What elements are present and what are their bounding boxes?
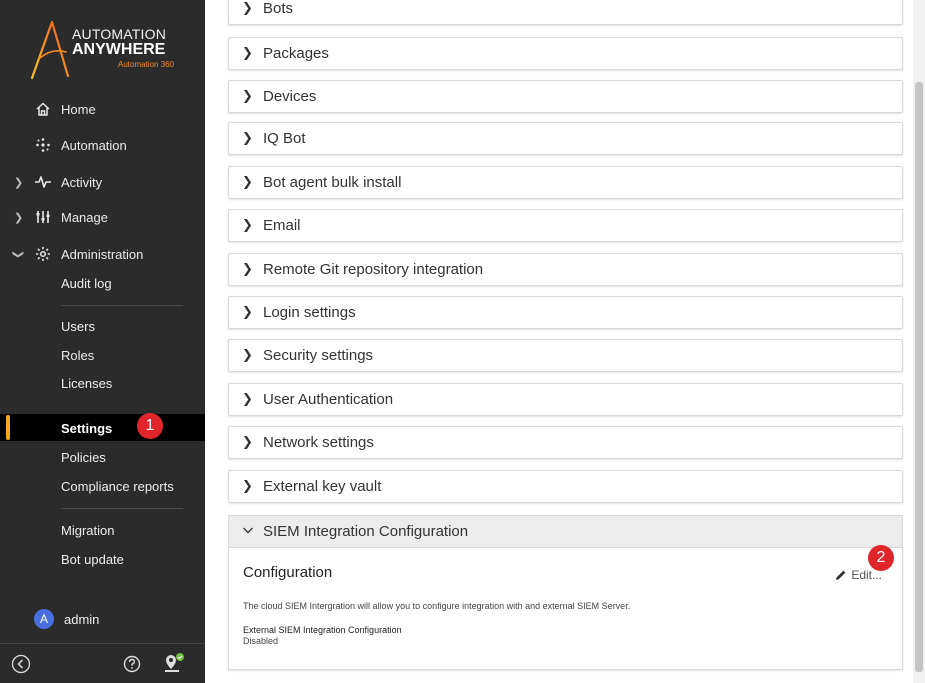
chevron-right-icon: ❯ — [242, 348, 253, 363]
section-security-settings[interactable]: ❯ Security settings — [228, 339, 903, 372]
submenu-licenses[interactable]: Licenses — [61, 376, 112, 391]
submenu-migration[interactable]: Migration — [61, 523, 114, 538]
submenu-divider — [61, 508, 183, 509]
siem-field-label: External SIEM Integration Configuration — [243, 625, 402, 635]
nav-manage[interactable]: ❯ Manage — [0, 202, 205, 232]
submenu-bot-update[interactable]: Bot update — [61, 552, 124, 567]
chevron-right-icon: ❯ — [242, 131, 253, 146]
section-login-settings[interactable]: ❯ Login settings — [228, 296, 903, 329]
chevron-right-icon: ❯ — [242, 175, 253, 190]
nav-home[interactable]: Home — [0, 94, 205, 124]
section-email[interactable]: ❯ Email — [228, 209, 903, 242]
section-title: Bot agent bulk install — [263, 174, 402, 191]
chevron-right-icon: ❯ — [242, 218, 253, 233]
section-title: IQ Bot — [263, 130, 306, 147]
chevron-right-icon: ❯ — [242, 262, 253, 277]
nav-activity-label: Activity — [61, 174, 103, 190]
submenu-roles[interactable]: Roles — [61, 348, 94, 363]
nav-manage-label: Manage — [61, 209, 108, 225]
submenu-audit-log[interactable]: Audit log — [61, 276, 112, 291]
submenu-settings[interactable]: Settings — [61, 421, 112, 436]
section-title: Network settings — [263, 434, 374, 451]
submenu-policies[interactable]: Policies — [61, 450, 106, 465]
section-title: Login settings — [263, 304, 356, 321]
submenu-compliance-reports[interactable]: Compliance reports — [61, 479, 174, 494]
configuration-heading: Configuration — [243, 564, 333, 581]
collapse-sidebar-icon[interactable] — [11, 654, 31, 674]
section-title: Security settings — [263, 347, 374, 364]
section-user-authentication[interactable]: ❯ User Authentication — [228, 383, 903, 416]
nav-automation[interactable]: Automation — [0, 130, 205, 160]
section-bot-agent-bulk-install[interactable]: ❯ Bot agent bulk install — [228, 166, 903, 199]
section-title: Packages — [263, 45, 329, 62]
automation-icon — [34, 136, 52, 154]
section-title: Remote Git repository integration — [263, 261, 484, 278]
chevron-right-icon: ❯ — [242, 305, 253, 320]
chevron-right-icon: ❯ — [14, 176, 24, 189]
section-siem-integration[interactable]: SIEM Integration Configuration — [228, 515, 903, 548]
section-devices[interactable]: ❯ Devices — [228, 80, 903, 113]
section-title: Devices — [263, 88, 317, 105]
chevron-right-icon: ❯ — [242, 479, 253, 494]
section-bots[interactable]: ❯ Bots — [228, 0, 903, 25]
siem-configuration-panel: Configuration Edit... The cloud SIEM Int… — [228, 548, 903, 670]
section-packages[interactable]: ❯ Packages — [228, 37, 903, 70]
section-title: External key vault — [263, 478, 382, 495]
gear-icon — [34, 245, 52, 263]
section-title: Email — [263, 217, 301, 234]
section-remote-git[interactable]: ❯ Remote Git repository integration — [228, 253, 903, 286]
nav-administration-label: Administration — [61, 246, 144, 262]
siem-field-value: Disabled — [243, 636, 279, 646]
pencil-icon — [836, 570, 846, 580]
chevron-right-icon: ❯ — [242, 89, 253, 104]
step-badge-1: 1 — [137, 413, 163, 439]
submenu-divider — [61, 305, 183, 306]
user-name: admin — [64, 611, 100, 627]
nav-activity[interactable]: ❯ Activity — [0, 167, 205, 197]
home-icon — [34, 100, 52, 118]
configuration-description: The cloud SIEM Intergration will allow y… — [243, 601, 631, 611]
step-badge-2: 2 — [868, 545, 894, 571]
device-status-icon[interactable] — [162, 651, 186, 675]
nav-administration[interactable]: ❯ Administration — [0, 239, 205, 269]
scrollbar-thumb[interactable] — [915, 82, 923, 672]
activity-icon — [34, 173, 52, 191]
brand-tagline: Automation 360 — [118, 60, 175, 69]
nav-automation-label: Automation — [61, 137, 127, 153]
brand-line1: AUTOMATION — [72, 26, 167, 42]
section-title: SIEM Integration Configuration — [263, 523, 469, 540]
help-icon[interactable] — [122, 654, 142, 674]
section-title: Bots — [263, 0, 294, 17]
chevron-down-icon — [242, 525, 254, 538]
brand-line2: ANYWHERE — [72, 41, 166, 58]
submenu-users[interactable]: Users — [61, 319, 95, 334]
section-title: User Authentication — [263, 391, 394, 408]
settings-panel: ❯ Bots ❯ Packages ❯ Devices ❯ IQ Bot ❯ B… — [205, 0, 925, 683]
brand-logo[interactable]: AUTOMATION ANYWHERE Automation 360 — [0, 0, 205, 88]
section-iq-bot[interactable]: ❯ IQ Bot — [228, 122, 903, 155]
chevron-down-icon: ❯ — [12, 249, 25, 259]
edit-button[interactable]: Edit... — [835, 568, 882, 582]
chevron-right-icon: ❯ — [242, 46, 253, 61]
section-network-settings[interactable]: ❯ Network settings — [228, 426, 903, 459]
chevron-right-icon: ❯ — [14, 211, 24, 224]
chevron-right-icon: ❯ — [242, 392, 253, 407]
chevron-right-icon: ❯ — [242, 435, 253, 450]
chevron-right-icon: ❯ — [242, 1, 253, 16]
user-profile[interactable]: A admin — [34, 609, 99, 629]
automation-anywhere-logo-icon — [30, 20, 70, 80]
nav-home-label: Home — [61, 101, 96, 117]
sidebar: AUTOMATION ANYWHERE Automation 360 Home … — [0, 0, 205, 683]
section-external-key-vault[interactable]: ❯ External key vault — [228, 470, 903, 503]
manage-sliders-icon — [34, 208, 52, 226]
sidebar-footer — [0, 643, 205, 683]
avatar: A — [34, 609, 54, 629]
active-indicator — [6, 415, 10, 440]
